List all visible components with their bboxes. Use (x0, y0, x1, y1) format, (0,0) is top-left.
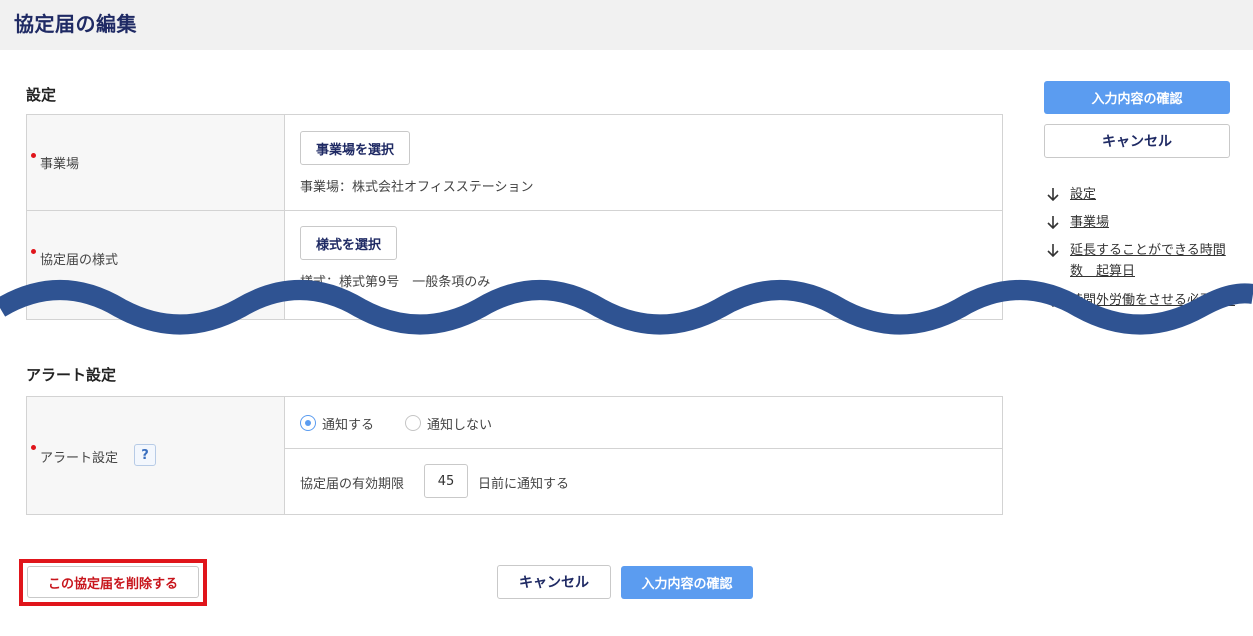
form-style-label: 協定届の様式 (40, 253, 119, 268)
notify-days-suffix: 日前に通知する (478, 477, 570, 492)
anchor-item-office[interactable]: 事業場 (1045, 212, 1235, 234)
page-header: 協定届の編集 (0, 0, 1253, 50)
footer-cancel-button[interactable]: キャンセル (497, 565, 611, 599)
select-office-button[interactable]: 事業場を選択 (300, 131, 411, 165)
office-label-cell: 事業場 (27, 115, 285, 210)
required-marker (31, 445, 36, 450)
required-marker (31, 249, 36, 254)
notify-options: 通知する 通知しない (285, 397, 1002, 449)
alert-row: アラート設定 ? 通知する 通知しない 協定届の有効期限 日前に通知する (27, 397, 1002, 514)
help-icon[interactable]: ? (134, 444, 156, 466)
alert-label: アラート設定 (40, 451, 119, 466)
alert-label-cell: アラート設定 ? (27, 397, 285, 514)
notify-radio-label[interactable]: 通知する (322, 414, 374, 433)
anchor-link[interactable]: 設定 (1070, 184, 1235, 205)
footer-confirm-button[interactable]: 入力内容の確認 (621, 566, 753, 599)
notify-days-input[interactable] (424, 464, 468, 498)
no-notify-radio[interactable] (405, 415, 421, 431)
anchor-link[interactable]: 事業場 (1070, 212, 1235, 233)
office-label: 事業場 (40, 157, 80, 172)
office-row: 事業場 事業場を選択 事業場：株式会社オフィスステーション (27, 115, 1002, 211)
delete-agreement-button[interactable]: この協定届を削除する (27, 566, 199, 598)
notify-radio[interactable] (300, 415, 316, 431)
alert-section-title: アラート設定 (26, 366, 117, 384)
office-value: 事業場：株式会社オフィスステーション (300, 180, 534, 195)
side-cancel-button[interactable]: キャンセル (1044, 124, 1230, 158)
office-value-cell: 事業場を選択 事業場：株式会社オフィスステーション (285, 115, 1002, 210)
wavy-break-divider (0, 280, 1253, 335)
anchor-item-settings[interactable]: 設定 (1045, 184, 1235, 206)
expiry-label: 協定届の有効期限 (300, 477, 405, 492)
arrow-down-icon (1047, 244, 1059, 258)
settings-section-title: 設定 (26, 86, 57, 104)
page-title: 協定届の編集 (14, 12, 137, 36)
arrow-down-icon (1047, 216, 1059, 230)
required-marker (31, 153, 36, 158)
alert-value-cell: 通知する 通知しない 協定届の有効期限 日前に通知する (285, 397, 1002, 514)
side-confirm-button[interactable]: 入力内容の確認 (1044, 81, 1230, 114)
alert-table: アラート設定 ? 通知する 通知しない 協定届の有効期限 日前に通知する (26, 396, 1003, 515)
select-form-style-button[interactable]: 様式を選択 (300, 226, 398, 260)
arrow-down-icon (1047, 188, 1059, 202)
no-notify-radio-label[interactable]: 通知しない (427, 414, 492, 433)
